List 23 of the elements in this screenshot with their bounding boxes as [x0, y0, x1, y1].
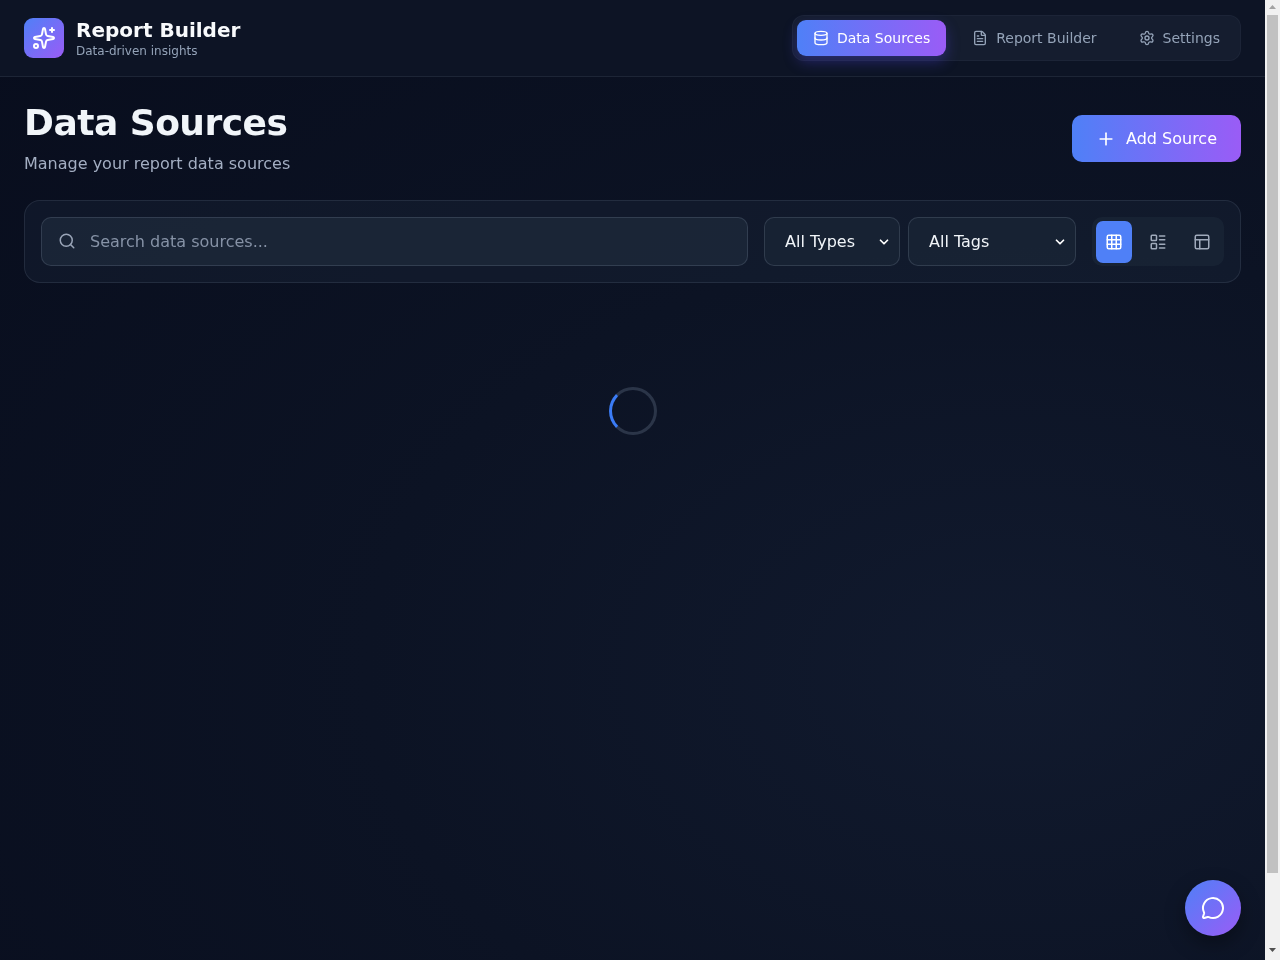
panel-layout-icon	[1193, 232, 1211, 251]
document-icon	[972, 30, 989, 46]
type-select[interactable]: All Types	[764, 217, 900, 266]
tag-select[interactable]: All Tags	[908, 217, 1076, 266]
list-icon	[1149, 232, 1167, 251]
sparkles-logo-icon	[24, 18, 64, 58]
scrollbar[interactable]	[1265, 0, 1280, 960]
page-subtitle: Manage your report data sources	[24, 153, 291, 175]
app-title: Report Builder	[76, 17, 241, 42]
nav-tab[interactable]: Report Builder	[956, 20, 1113, 56]
nav-tab[interactable]: Data Sources	[796, 20, 947, 56]
search-field[interactable]: Search data sources...	[41, 217, 748, 266]
grid-view-button[interactable]	[1096, 220, 1132, 263]
chat-bubble-icon	[1201, 896, 1225, 920]
database-icon	[812, 30, 829, 46]
add-source-button[interactable]: Add Source	[1072, 115, 1241, 162]
nav-tab[interactable]: Settings	[1122, 20, 1236, 56]
chat-button[interactable]	[1185, 880, 1241, 936]
app-subtitle: Data-driven insights	[76, 43, 199, 59]
settings-icon	[1138, 30, 1155, 46]
search-icon	[58, 232, 76, 250]
page-title: Data Sources	[24, 101, 289, 144]
grid-icon	[1105, 232, 1123, 251]
